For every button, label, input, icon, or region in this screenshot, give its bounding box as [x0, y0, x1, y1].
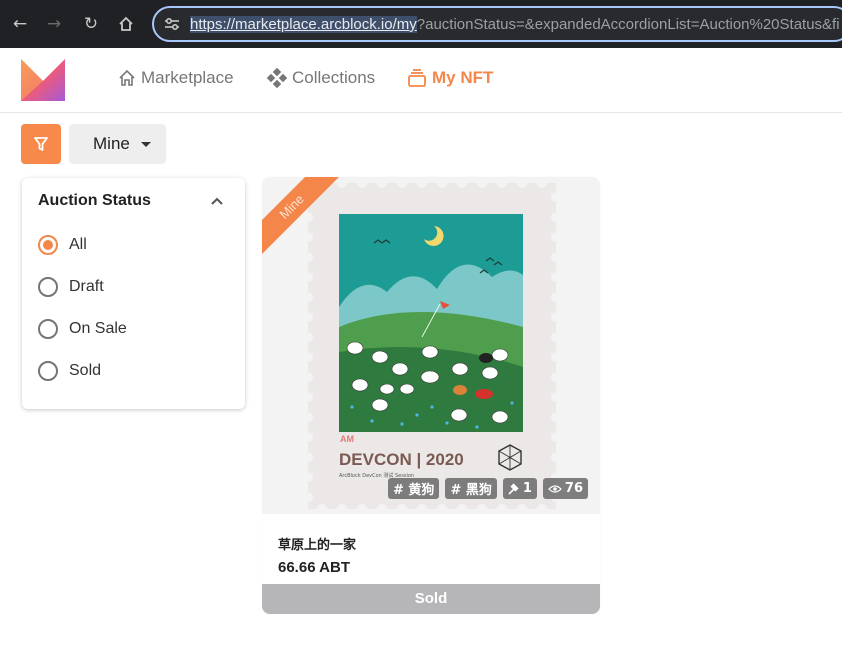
filter-button[interactable]: [21, 124, 61, 164]
stamp-title: DEVCON | 2020: [339, 450, 464, 469]
filter-option-label: Sold: [69, 362, 102, 379]
accordion-title[interactable]: Auction Status: [38, 192, 151, 210]
auction-status-accordion: Auction Status All Draft On Sale Sold: [22, 178, 245, 409]
chevron-up-icon[interactable]: [210, 196, 224, 206]
arcblock-logo[interactable]: [21, 59, 65, 101]
filter-option-on-sale[interactable]: On Sale: [38, 319, 127, 339]
nft-image[interactable]: AM DEVCON | 2020 ArcBlock DevCon 测试 Sess…: [262, 177, 600, 514]
nav-collections[interactable]: Collections: [267, 68, 375, 88]
nav-marketplace-label: Marketplace: [141, 68, 234, 87]
url-text[interactable]: https://marketplace.arcblock.io/my?aucti…: [190, 16, 840, 33]
url-query: ?auctionStatus=&expandedAccordionList=Au…: [416, 16, 840, 33]
radio-unchecked-icon[interactable]: [38, 361, 58, 381]
tag-list: # 黄狗 # 黑狗 1 76: [388, 478, 588, 499]
eye-icon: [548, 484, 562, 493]
nav-my-nft-label: My NFT: [432, 68, 494, 87]
owner-select[interactable]: Mine: [69, 124, 166, 164]
back-icon[interactable]: ←: [8, 12, 32, 36]
filter-option-all[interactable]: All: [38, 235, 87, 255]
nav-marketplace[interactable]: Marketplace: [118, 68, 234, 88]
ribbon-label: Mine: [262, 177, 342, 257]
owner-select-value: Mine: [93, 134, 130, 153]
forward-icon[interactable]: →: [42, 12, 66, 36]
layers-icon: [408, 69, 426, 87]
home-icon: [119, 69, 135, 86]
filter-option-draft[interactable]: Draft: [38, 277, 104, 297]
bid-count-value: 1: [522, 481, 532, 496]
tag-chip[interactable]: # 黄狗: [388, 478, 440, 499]
caret-down-icon: [141, 142, 151, 147]
nav-my-nft[interactable]: My NFT: [407, 68, 493, 88]
radio-unchecked-icon[interactable]: [38, 277, 58, 297]
filter-option-label: On Sale: [69, 320, 127, 337]
browser-toolbar: ← → ↻ https://marketplace.arcblock.io/my…: [0, 0, 842, 48]
nft-name[interactable]: 草原上的一家: [278, 534, 356, 553]
nft-price: 66.66 ABT: [278, 559, 350, 576]
radio-unchecked-icon[interactable]: [38, 319, 58, 339]
collections-icon: [267, 68, 287, 88]
filter-option-sold[interactable]: Sold: [38, 361, 101, 381]
home-browser-icon[interactable]: [114, 12, 138, 36]
reload-icon[interactable]: ↻: [79, 12, 103, 36]
url-host: https://marketplace.arcblock.io/my: [190, 16, 417, 33]
filter-option-label: Draft: [69, 278, 104, 295]
view-count: 76: [542, 478, 588, 499]
gavel-icon: [508, 482, 519, 495]
radio-checked-icon[interactable]: [38, 235, 58, 255]
site-settings-icon[interactable]: [164, 17, 180, 31]
tag-chip[interactable]: # 黑狗: [445, 478, 497, 499]
owner-ribbon: Mine: [262, 177, 342, 257]
bid-count: 1: [502, 478, 537, 499]
status-badge: Sold: [262, 584, 600, 614]
filter-option-label: All: [69, 236, 87, 253]
stamp-logo: AM: [340, 434, 354, 444]
view-count-value: 76: [564, 481, 583, 496]
nft-card[interactable]: AM DEVCON | 2020 ArcBlock DevCon 测试 Sess…: [262, 177, 600, 614]
app-header: Marketplace Collections My NFT: [0, 48, 842, 113]
filter-icon: [34, 137, 48, 151]
nav-collections-label: Collections: [292, 68, 376, 87]
address-bar[interactable]: https://marketplace.arcblock.io/my?aucti…: [152, 6, 842, 42]
